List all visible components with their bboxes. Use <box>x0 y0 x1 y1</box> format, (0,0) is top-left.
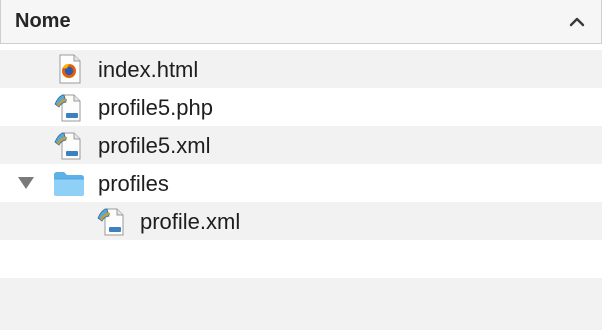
file-name: index.html <box>98 57 199 82</box>
folder-icon <box>54 172 84 196</box>
file-name: profile5.xml <box>98 133 211 158</box>
file-name: profile.xml <box>140 209 241 234</box>
file-row-index-html[interactable]: index.html <box>0 50 602 88</box>
empty-row <box>0 278 602 330</box>
folder-row-profiles[interactable]: profiles <box>0 164 602 202</box>
script-document-icon <box>54 132 81 160</box>
file-list: index.html profile5.php profile5.xml pro… <box>0 50 602 330</box>
column-title: Nome <box>15 10 71 32</box>
script-document-icon <box>54 94 81 122</box>
file-browser: Nome index.html profile5.php profile5.xm… <box>0 0 602 330</box>
chevron-up-icon[interactable] <box>565 10 589 34</box>
file-name: profile5.php <box>98 95 213 120</box>
empty-row <box>0 240 602 278</box>
file-row-profile5-php[interactable]: profile5.php <box>0 88 602 126</box>
firefox-html-icon <box>59 54 81 84</box>
disclosure-triangle-icon[interactable] <box>16 175 36 191</box>
file-row-profile-xml[interactable]: profile.xml <box>0 202 602 240</box>
folder-name: profiles <box>98 171 169 196</box>
script-document-icon <box>97 208 124 236</box>
file-row-profile5-xml[interactable]: profile5.xml <box>0 126 602 164</box>
name-column-header[interactable]: Nome <box>0 0 602 44</box>
